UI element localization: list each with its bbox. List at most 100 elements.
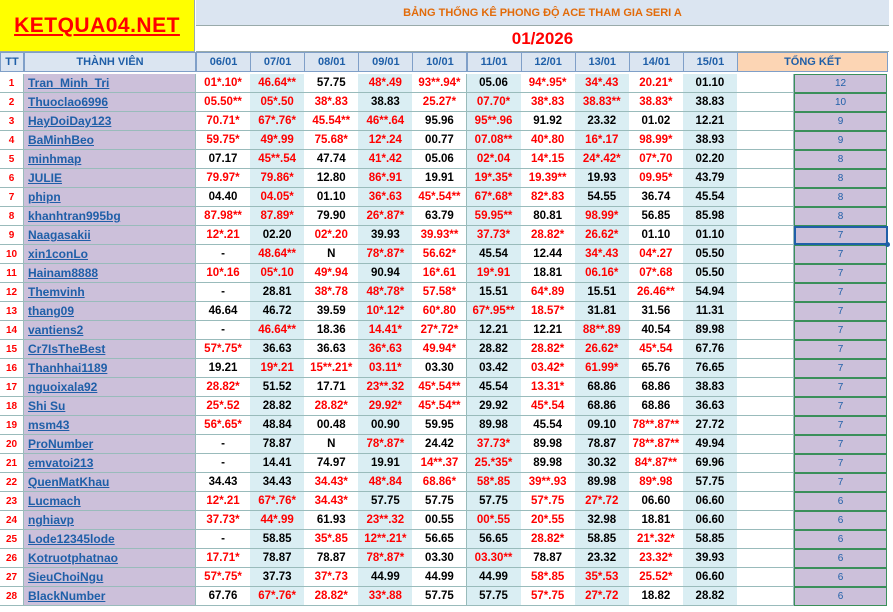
score-cell[interactable]: 19.93	[574, 169, 630, 188]
score-cell[interactable]: 26.62*	[574, 340, 630, 359]
header-date[interactable]: 13/01	[574, 52, 630, 72]
score-cell[interactable]: 36.74	[628, 188, 684, 207]
score-cell[interactable]: 14**.37	[412, 454, 468, 473]
score-cell[interactable]: 23.32*	[628, 549, 684, 568]
score-cell[interactable]: 20*.55	[520, 511, 576, 530]
score-cell[interactable]: 39.93**	[412, 226, 468, 245]
score-cell[interactable]: 26*.87*	[358, 207, 414, 226]
score-cell[interactable]: 45*.54**	[412, 397, 468, 416]
row-number[interactable]: 24	[0, 511, 24, 530]
score-cell[interactable]: 85.98	[682, 207, 738, 226]
header-member[interactable]: THÀNH VIÊN	[24, 52, 196, 72]
row-number[interactable]: 26	[0, 549, 24, 568]
member-name-link[interactable]: Naagasakii	[24, 226, 196, 245]
member-name-link[interactable]: thang09	[24, 302, 196, 321]
score-cell[interactable]: 38.83*	[628, 93, 684, 112]
score-cell[interactable]: 57*.75	[520, 587, 576, 606]
empty-cell[interactable]	[737, 207, 794, 226]
score-cell[interactable]: 05.50	[682, 264, 738, 283]
score-cell[interactable]: 01.02	[628, 112, 684, 131]
score-cell[interactable]: 54.55	[574, 188, 630, 207]
member-name-link[interactable]: Lucmach	[24, 492, 196, 511]
score-cell[interactable]: 41*.42	[358, 150, 414, 169]
score-cell[interactable]: 67*.76*	[250, 112, 306, 131]
empty-cell[interactable]	[737, 416, 794, 435]
member-name-link[interactable]: BaMinhBeo	[24, 131, 196, 150]
score-cell[interactable]: 24.42	[412, 435, 468, 454]
empty-cell[interactable]	[737, 112, 794, 131]
score-cell[interactable]: 25*.52	[196, 397, 252, 416]
empty-cell[interactable]	[737, 245, 794, 264]
score-cell[interactable]: 48*.78*	[358, 283, 414, 302]
header-date[interactable]: 06/01	[196, 52, 252, 72]
score-cell[interactable]: 78*.87*	[358, 549, 414, 568]
score-cell[interactable]: 30.32	[574, 454, 630, 473]
score-cell[interactable]: 07.17	[196, 150, 252, 169]
score-cell[interactable]: 06.60	[628, 492, 684, 511]
total-cell[interactable]: 7	[794, 283, 887, 302]
row-number[interactable]: 10	[0, 245, 24, 264]
score-cell[interactable]: 51.52	[250, 378, 306, 397]
member-name-link[interactable]: Thanhhai1189	[24, 359, 196, 378]
score-cell[interactable]: 57.75	[358, 492, 414, 511]
score-cell[interactable]: 33*.88	[358, 587, 414, 606]
score-cell[interactable]: 57*.75	[520, 492, 576, 511]
score-cell[interactable]: 44.99	[466, 568, 522, 587]
score-cell[interactable]: 07.08**	[466, 131, 522, 150]
total-cell[interactable]: 7	[794, 340, 887, 359]
score-cell[interactable]: 89.98	[682, 321, 738, 340]
row-number[interactable]: 11	[0, 264, 24, 283]
score-cell[interactable]: 58.85	[682, 530, 738, 549]
score-cell[interactable]: N	[304, 245, 360, 264]
score-cell[interactable]: 36*.63	[358, 340, 414, 359]
score-cell[interactable]: 28.82*	[304, 397, 360, 416]
score-cell[interactable]: 19.91	[358, 454, 414, 473]
score-cell[interactable]: 23.32	[574, 549, 630, 568]
score-cell[interactable]: 57*.75*	[196, 568, 252, 587]
score-cell[interactable]: 28.81	[250, 283, 306, 302]
score-cell[interactable]: 49*.99	[250, 131, 306, 150]
total-cell[interactable]: 7	[794, 435, 887, 454]
total-cell[interactable]: 10	[794, 93, 887, 112]
score-cell[interactable]: 56.65	[412, 530, 468, 549]
score-cell[interactable]: 90.94	[358, 264, 414, 283]
score-cell[interactable]: 19.21	[196, 359, 252, 378]
score-cell[interactable]: 69.96	[682, 454, 738, 473]
score-cell[interactable]: 37.73*	[466, 435, 522, 454]
score-cell[interactable]: 19.91	[412, 169, 468, 188]
row-number[interactable]: 17	[0, 378, 24, 397]
score-cell[interactable]: 18.82	[628, 587, 684, 606]
score-cell[interactable]: 57.75	[466, 587, 522, 606]
score-cell[interactable]: 94*.95*	[520, 74, 576, 93]
member-name-link[interactable]: phipn	[24, 188, 196, 207]
member-name-link[interactable]: Cr7IsTheBest	[24, 340, 196, 359]
score-cell[interactable]: 06.60	[682, 492, 738, 511]
score-cell[interactable]: 14.41*	[358, 321, 414, 340]
total-cell[interactable]: 7	[794, 397, 887, 416]
score-cell[interactable]: 79.97*	[196, 169, 252, 188]
score-cell[interactable]: 45.54	[466, 378, 522, 397]
score-cell[interactable]: 29.92*	[358, 397, 414, 416]
score-cell[interactable]: 12**.21*	[358, 530, 414, 549]
score-cell[interactable]: 06.60	[682, 511, 738, 530]
header-date[interactable]: 11/01	[466, 52, 522, 72]
score-cell[interactable]: 00.48	[304, 416, 360, 435]
score-cell[interactable]: 89.98	[466, 416, 522, 435]
score-cell[interactable]: 20.21*	[628, 74, 684, 93]
score-cell[interactable]: 64*.89	[520, 283, 576, 302]
row-number[interactable]: 5	[0, 150, 24, 169]
score-cell[interactable]: 14.41	[250, 454, 306, 473]
score-cell[interactable]: 04.40	[196, 188, 252, 207]
score-cell[interactable]: 40*.80	[520, 131, 576, 150]
score-cell[interactable]: 38.83	[682, 93, 738, 112]
header-date[interactable]: 15/01	[682, 52, 738, 72]
score-cell[interactable]: 09.95*	[628, 169, 684, 188]
member-name-link[interactable]: SieuChoiNgu	[24, 568, 196, 587]
row-number[interactable]: 12	[0, 283, 24, 302]
score-cell[interactable]: 78**.87**	[628, 416, 684, 435]
score-cell[interactable]: 49.94*	[412, 340, 468, 359]
score-cell[interactable]: 45.54	[682, 188, 738, 207]
total-cell[interactable]: 6	[794, 492, 887, 511]
score-cell[interactable]: 37.73*	[466, 226, 522, 245]
score-cell[interactable]: 34.43*	[304, 473, 360, 492]
